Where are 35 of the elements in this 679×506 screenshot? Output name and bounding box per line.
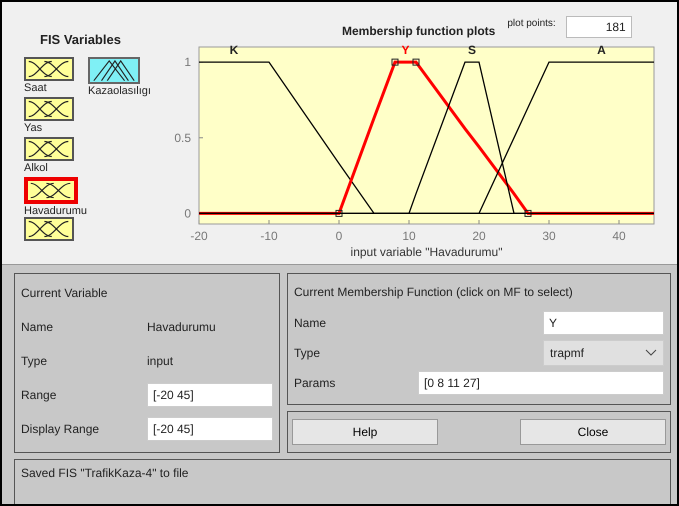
variable-label: Saat [24,82,47,94]
field-label: Name [294,316,328,330]
variable-label: Kazaolasılıgı [88,85,151,97]
curve-label: K [230,43,238,58]
panel-title: Current Membership Function (click on MF to select) [294,285,574,299]
curve-label: A [597,43,606,58]
axis-tick-label: 20 [472,229,486,243]
axis-tick-label: 30 [542,229,556,243]
status-text: Saved FIS "TrafikKaza-4" to file [21,466,188,480]
plot-title: Membership function plots [342,24,496,38]
variable-label: Alkol [24,162,48,174]
field-label: Display Range [21,422,100,436]
axis-tick-label: 0 [184,206,191,220]
panel-title: FIS Variables [40,32,122,47]
variable-label: Yas [24,122,42,134]
axis-tick-label: 0 [336,229,342,243]
axis-tick-label: 10 [402,229,416,243]
field-label: Name [21,320,54,334]
panel-title: Current Variable [21,286,108,300]
field-label: Range [21,388,58,402]
axis-tick-label: 1 [184,55,191,70]
field-label: Type [21,354,48,368]
axis-tick-label: 0.5 [174,130,191,145]
axis-title: input variable "Havadurumu" [350,245,502,259]
variable-label: Havadurumu [24,205,87,217]
axis-tick-label: 40 [612,229,626,243]
field-value: Havadurumu [147,320,217,334]
axis-tick-label: -10 [260,229,278,243]
field-label: Type [294,346,322,360]
axis-tick-label: -20 [190,229,208,243]
curve-label: Y [402,43,410,58]
plot-points-label: plot points: [507,18,556,29]
field-label: Params [294,376,336,390]
field-value: input [147,354,174,368]
curve-label: S [468,43,476,58]
